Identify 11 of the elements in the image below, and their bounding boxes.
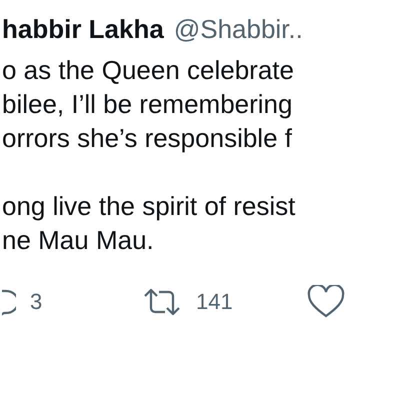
action-count: 141 [196,289,233,315]
tweet-text-line: bilee, I’ll be remembering [2,88,294,121]
action-count: 3 [30,289,42,315]
author-name[interactable]: habbir Lakha [2,14,164,45]
tweet-text-line: ne Mau Mau. [2,224,155,257]
tweet-text-line: ong live the spirit of resist [2,190,296,223]
author-handle[interactable]: @Shabbir.. [174,14,303,45]
tweet-text-line: orrors she’s responsible f [2,122,293,155]
heart-icon[interactable] [307,285,345,319]
retweet-icon[interactable] [142,288,182,316]
tweet-text-line: o as the Queen celebrate [2,54,295,87]
